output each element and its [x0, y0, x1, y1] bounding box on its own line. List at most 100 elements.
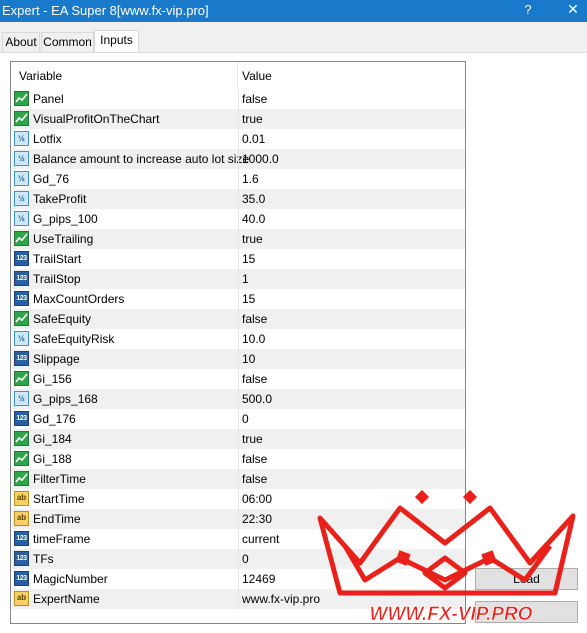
variable-value[interactable]: 1.6 [242, 172, 259, 186]
grid-row[interactable]: 123 Gd_176 0 [12, 409, 465, 429]
grid-row[interactable]: Gi_156 false [12, 369, 465, 389]
cell-divider [238, 469, 239, 489]
cell-divider [238, 349, 239, 369]
variable-value[interactable]: 0.01 [242, 132, 265, 146]
variable-name: EndTime [33, 512, 81, 526]
variable-name: G_pips_100 [33, 212, 98, 226]
integer-type-icon: 123 [14, 411, 29, 426]
variable-value[interactable]: current [242, 532, 279, 546]
grid-row[interactable]: Gi_184 true [12, 429, 465, 449]
cell-divider [238, 249, 239, 269]
variable-value[interactable]: true [242, 432, 263, 446]
cell-divider [238, 489, 239, 509]
cell-divider [238, 89, 239, 109]
variable-name: Gi_184 [33, 432, 72, 446]
close-button[interactable]: ✕ [566, 1, 580, 18]
cell-divider [238, 529, 239, 549]
bool-chart-icon [14, 471, 29, 486]
grid-row[interactable]: UseTrailing true [12, 229, 465, 249]
variable-name: Lotfix [33, 132, 62, 146]
string-type-icon: ab [14, 591, 29, 606]
cell-divider [238, 109, 239, 129]
double-type-icon: ½ [14, 151, 29, 166]
variable-value[interactable]: 15 [242, 292, 255, 306]
integer-type-icon: 123 [14, 571, 29, 586]
variable-name: MaxCountOrders [33, 292, 125, 306]
grid-row[interactable]: ½ SafeEquityRisk 10.0 [12, 329, 465, 349]
variable-name: FilterTime [33, 472, 86, 486]
variable-value[interactable]: 0 [242, 412, 249, 426]
grid-row[interactable]: 123 MaxCountOrders 15 [12, 289, 465, 309]
double-type-icon: ½ [14, 131, 29, 146]
variable-value[interactable]: false [242, 452, 267, 466]
bool-chart-icon [14, 371, 29, 386]
cell-divider [238, 509, 239, 529]
variable-name: UseTrailing [33, 232, 94, 246]
column-divider[interactable] [237, 62, 238, 88]
grid-row[interactable]: Gi_188 false [12, 449, 465, 469]
variable-value[interactable]: 15 [242, 252, 255, 266]
variable-name: Gi_188 [33, 452, 72, 466]
variable-value[interactable]: 22:30 [242, 512, 272, 526]
integer-type-icon: 123 [14, 551, 29, 566]
cell-divider [238, 149, 239, 169]
variable-value[interactable]: true [242, 232, 263, 246]
cell-divider [238, 589, 239, 609]
grid-row[interactable]: ½ Balance amount to increase auto lot siz… [12, 149, 465, 169]
variable-value[interactable]: 10.0 [242, 332, 265, 346]
variable-name: VisualProfitOnTheChart [33, 112, 160, 126]
column-header-variable[interactable]: Variable [19, 69, 62, 83]
variable-value[interactable]: 1 [242, 272, 249, 286]
variable-value[interactable]: 1000.0 [242, 152, 279, 166]
variable-name: TrailStart [33, 252, 82, 266]
variable-value[interactable]: 06:00 [242, 492, 272, 506]
tab-common[interactable]: Common [41, 32, 94, 52]
grid-row[interactable]: ½ Lotfix 0.01 [12, 129, 465, 149]
integer-type-icon: 123 [14, 291, 29, 306]
grid-row[interactable]: ½ Gd_76 1.6 [12, 169, 465, 189]
cell-divider [238, 449, 239, 469]
variable-value[interactable]: true [242, 112, 263, 126]
bool-chart-icon [14, 311, 29, 326]
cell-divider [238, 429, 239, 449]
variable-name: Balance amount to increase auto lot size [33, 152, 250, 166]
variable-value[interactable]: 12469 [242, 572, 275, 586]
grid-row[interactable]: SafeEquity false [12, 309, 465, 329]
grid-row[interactable]: 123 Slippage 10 [12, 349, 465, 369]
grid-row[interactable]: 123 TrailStop 1 [12, 269, 465, 289]
integer-type-icon: 123 [14, 271, 29, 286]
double-type-icon: ½ [14, 391, 29, 406]
grid-row[interactable]: ½ G_pips_100 40.0 [12, 209, 465, 229]
cell-divider [238, 269, 239, 289]
grid-row[interactable]: FilterTime false [12, 469, 465, 489]
grid-row[interactable]: 123 TrailStart 15 [12, 249, 465, 269]
variable-value[interactable]: 35.0 [242, 192, 265, 206]
double-type-icon: ½ [14, 211, 29, 226]
variable-value[interactable]: 10 [242, 352, 255, 366]
tab-bar: About Common Inputs [0, 22, 587, 53]
variable-value[interactable]: 500.0 [242, 392, 272, 406]
cell-divider [238, 229, 239, 249]
grid-row[interactable]: ½ G_pips_168 500.0 [12, 389, 465, 409]
variable-value[interactable]: 40.0 [242, 212, 265, 226]
variable-name: Slippage [33, 352, 80, 366]
variable-value[interactable]: false [242, 92, 267, 106]
variable-value[interactable]: false [242, 372, 267, 386]
grid-header: Variable Value [11, 62, 465, 88]
grid-row[interactable]: VisualProfitOnTheChart true [12, 109, 465, 129]
watermark-text: WWW.FX-VIP.PRO [370, 604, 533, 625]
variable-value[interactable]: 0 [242, 552, 249, 566]
tab-inputs[interactable]: Inputs [94, 30, 139, 53]
variable-value[interactable]: false [242, 472, 267, 486]
help-button[interactable]: ? [521, 2, 535, 17]
double-type-icon: ½ [14, 331, 29, 346]
grid-row[interactable]: ½ TakeProfit 35.0 [12, 189, 465, 209]
column-header-value[interactable]: Value [242, 69, 272, 83]
tab-about[interactable]: About [2, 32, 40, 52]
variable-name: Panel [33, 92, 64, 106]
grid-row[interactable]: Panel false [12, 89, 465, 109]
variable-name: Gi_156 [33, 372, 72, 386]
variable-name: SafeEquity [33, 312, 92, 326]
variable-value[interactable]: false [242, 312, 267, 326]
cell-divider [238, 549, 239, 569]
